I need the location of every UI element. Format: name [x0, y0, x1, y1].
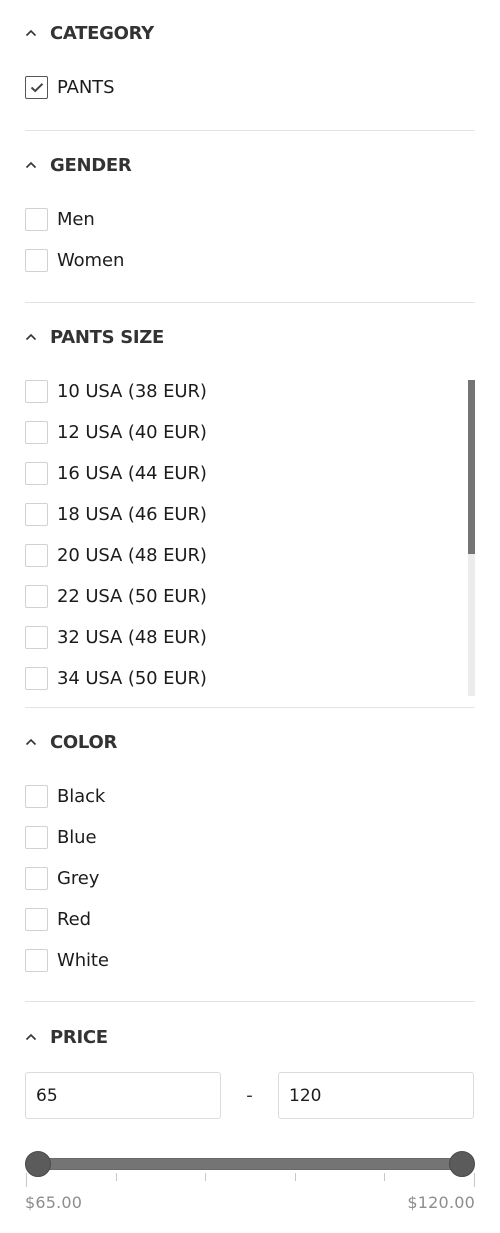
filter-option[interactable]: Black	[25, 784, 475, 808]
pants-size-scrollbar[interactable]	[468, 380, 475, 696]
slider-min-handle[interactable]	[25, 1151, 51, 1177]
option-label: Women	[57, 249, 125, 271]
checkbox[interactable]	[25, 207, 48, 231]
slider-track[interactable]	[38, 1158, 462, 1170]
filter-option[interactable]: Blue	[25, 825, 475, 849]
option-label: White	[57, 949, 109, 971]
filter-option[interactable]: White	[25, 948, 475, 972]
chevron-up-icon	[25, 158, 39, 172]
checkbox[interactable]	[25, 502, 48, 526]
filter-option[interactable]: 12 USA (40 EUR)	[25, 420, 475, 444]
price-min-label: $65.00	[25, 1193, 83, 1212]
slider-tick	[295, 1173, 296, 1181]
checkbox[interactable]	[25, 948, 48, 972]
checkbox[interactable]	[25, 666, 48, 690]
price-max-label: $120.00	[407, 1193, 475, 1212]
price-filter-section: PRICE - $65.00 $120.00	[25, 1002, 475, 1212]
slider-tick	[205, 1173, 206, 1181]
filter-option[interactable]: 32 USA (48 EUR)	[25, 625, 475, 649]
filter-option[interactable]: Grey	[25, 866, 475, 890]
chevron-up-icon	[25, 1030, 39, 1044]
option-label: 34 USA (50 EUR)	[57, 667, 207, 689]
option-label: Black	[57, 785, 106, 807]
slider-tick	[474, 1173, 475, 1187]
color-title: COLOR	[50, 731, 118, 753]
pants-size-scroll-area[interactable]: 10 USA (38 EUR) 12 USA (40 EUR) 16 USA (44…	[25, 380, 475, 696]
pants-size-options: 10 USA (38 EUR) 12 USA (40 EUR) 16 USA (44…	[25, 380, 475, 690]
option-label: PANTS	[57, 76, 115, 98]
checkbox[interactable]	[25, 825, 48, 849]
option-label: Red	[57, 908, 91, 930]
checkbox[interactable]	[25, 461, 48, 485]
checkmark-icon	[30, 82, 43, 92]
gender-title: GENDER	[50, 154, 132, 176]
checkbox[interactable]	[25, 866, 48, 890]
option-label: Grey	[57, 867, 100, 889]
option-label: 16 USA (44 EUR)	[57, 462, 207, 484]
pants-size-section-toggle[interactable]: PANTS SIZE	[25, 326, 475, 348]
filter-option[interactable]: 34 USA (50 EUR)	[25, 666, 475, 690]
slider-tick	[384, 1173, 385, 1181]
checkbox[interactable]	[25, 625, 48, 649]
filter-option[interactable]: PANTS	[25, 75, 475, 99]
checkbox[interactable]	[25, 584, 48, 608]
price-separator: -	[246, 1085, 253, 1106]
option-label: 18 USA (46 EUR)	[57, 503, 207, 525]
option-label: 12 USA (40 EUR)	[57, 421, 207, 443]
checkbox[interactable]	[25, 420, 48, 444]
category-options: PANTS	[25, 75, 475, 99]
filter-option[interactable]: 16 USA (44 EUR)	[25, 461, 475, 485]
checkbox[interactable]	[25, 248, 48, 272]
chevron-up-icon	[25, 735, 39, 749]
filter-option[interactable]: 22 USA (50 EUR)	[25, 584, 475, 608]
filter-option[interactable]: 20 USA (48 EUR)	[25, 543, 475, 567]
option-label: 22 USA (50 EUR)	[57, 585, 207, 607]
filter-option[interactable]: 18 USA (46 EUR)	[25, 502, 475, 526]
gender-section-toggle[interactable]: GENDER	[25, 154, 475, 176]
category-section-toggle[interactable]: CATEGORY	[25, 22, 475, 44]
filter-option[interactable]: Women	[25, 248, 475, 272]
gender-filter-section: GENDER Men Women	[25, 131, 475, 303]
pants-size-filter-section: PANTS SIZE 10 USA (38 EUR) 12 USA (40 EUR…	[25, 303, 475, 708]
price-min-input[interactable]	[25, 1072, 221, 1119]
option-label: Blue	[57, 826, 97, 848]
option-label: 32 USA (48 EUR)	[57, 626, 207, 648]
option-label: Men	[57, 208, 95, 230]
filter-panel: CATEGORY PANTS GENDER Men Women PANTS SIZ…	[25, 0, 475, 1212]
color-options: Black Blue Grey Red White	[25, 784, 475, 972]
checkbox[interactable]	[25, 543, 48, 567]
color-section-toggle[interactable]: COLOR	[25, 731, 475, 753]
slider-tick	[26, 1173, 27, 1187]
checkbox[interactable]	[25, 380, 48, 403]
filter-option[interactable]: Men	[25, 207, 475, 231]
price-title: PRICE	[50, 1026, 108, 1048]
price-inputs: -	[25, 1072, 475, 1119]
checkbox[interactable]	[25, 907, 48, 931]
price-section-toggle[interactable]: PRICE	[25, 1026, 475, 1048]
scrollbar-thumb[interactable]	[468, 380, 475, 554]
slider-tick	[116, 1173, 117, 1181]
pants-size-title: PANTS SIZE	[50, 326, 165, 348]
filter-option[interactable]: Red	[25, 907, 475, 931]
option-label: 10 USA (38 EUR)	[57, 380, 207, 402]
option-label: 20 USA (48 EUR)	[57, 544, 207, 566]
price-max-input[interactable]	[278, 1072, 474, 1119]
checkbox[interactable]	[25, 784, 48, 808]
slider-max-handle[interactable]	[449, 1151, 475, 1177]
filter-option[interactable]: 10 USA (38 EUR)	[25, 380, 475, 403]
color-filter-section: COLOR Black Blue Grey Red White	[25, 708, 475, 1002]
price-range-slider[interactable]: $65.00 $120.00	[25, 1141, 475, 1212]
category-filter-section: CATEGORY PANTS	[25, 0, 475, 131]
chevron-up-icon	[25, 330, 39, 344]
chevron-up-icon	[25, 26, 39, 40]
category-title: CATEGORY	[50, 22, 154, 44]
gender-options: Men Women	[25, 207, 475, 272]
checkbox-checked[interactable]	[25, 75, 48, 99]
